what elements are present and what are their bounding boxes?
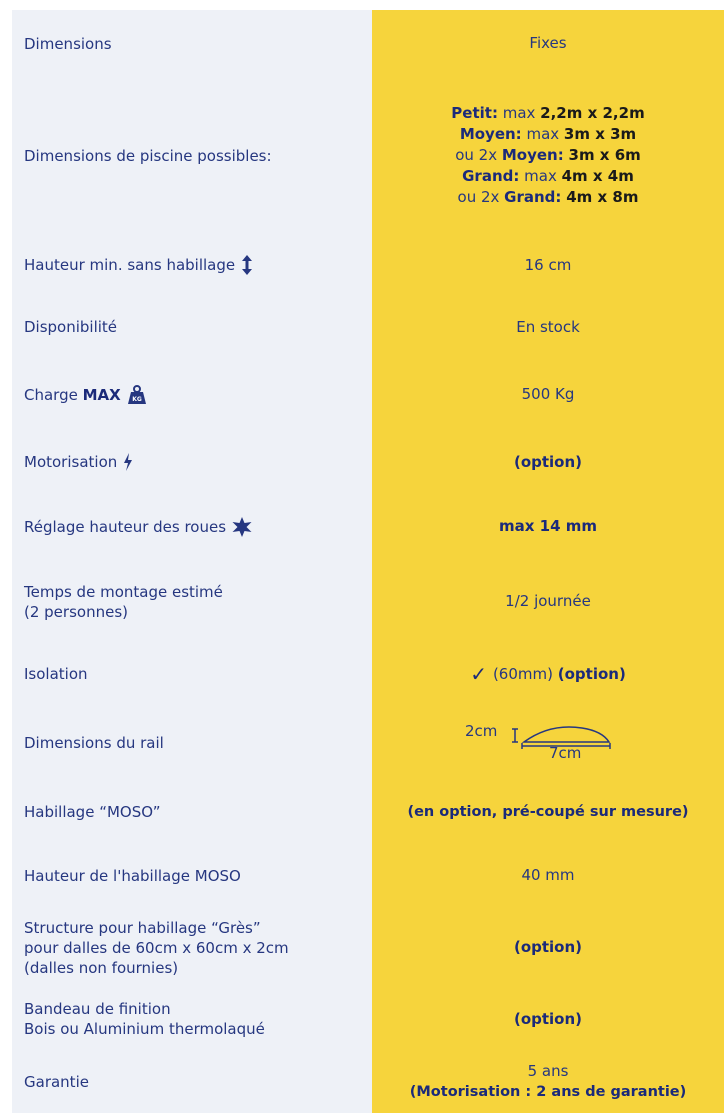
pool-line-prefix: ou 2x bbox=[457, 188, 505, 206]
pool-size-list: Petit: max 2,2m x 2,2m Moyen: max 3m x 3m… bbox=[451, 103, 644, 208]
value-insulation-option: (option) bbox=[557, 664, 626, 683]
value-mount-time: 1/2 journée bbox=[372, 560, 724, 643]
label-finish-line1: Bandeau de finition bbox=[24, 1000, 171, 1018]
value-finish: (option) bbox=[372, 988, 724, 1050]
label-moso: Habillage “MOSO” bbox=[12, 780, 372, 844]
pool-size-value: 4m x 8m bbox=[566, 188, 639, 206]
rail-diagram: 2cm 7cm bbox=[438, 722, 658, 763]
label-load: Charge MAX KG bbox=[12, 358, 372, 431]
label-load-text: Charge bbox=[24, 385, 78, 404]
spec-table: Dimensions Fixes Dimensions de piscine p… bbox=[12, 10, 724, 1113]
pool-line-prefix: ou 2x bbox=[455, 146, 502, 164]
value-load: 500 Kg bbox=[372, 358, 724, 431]
value-warranty-line2: (Motorisation : 2 ans de garantie) bbox=[409, 1083, 687, 1100]
check-icon: ✓ bbox=[470, 661, 487, 686]
rail-profile-icon bbox=[512, 725, 611, 749]
value-moso-height: 40 mm bbox=[372, 844, 724, 907]
label-height-text: Hauteur min. sans habillage bbox=[24, 256, 236, 274]
rail-width-label: 7cm bbox=[549, 743, 582, 762]
pool-size-name: Moyen: bbox=[501, 146, 564, 164]
label-wheels-text: Réglage hauteur des roues bbox=[24, 517, 227, 536]
label-motor: Motorisation bbox=[12, 431, 372, 493]
pool-line-mid: max bbox=[521, 125, 564, 143]
pool-size-name: Moyen: bbox=[459, 125, 522, 143]
value-wheels: max 14 mm bbox=[372, 493, 724, 560]
label-availability: Disponibilité bbox=[12, 296, 372, 358]
label-mount-line2: (2 personnes) bbox=[24, 602, 128, 621]
pool-line-mid: max bbox=[497, 104, 541, 122]
value-warranty: 5 ans (Motorisation : 2 ans de garantie) bbox=[372, 1050, 724, 1113]
label-gres-line3: (dalles non fournies) bbox=[24, 958, 179, 977]
value-availability: En stock bbox=[372, 296, 724, 358]
pool-size-line: Moyen: max 3m x 3m bbox=[451, 124, 644, 145]
label-gres-line1: Structure pour habillage “Grès” bbox=[24, 918, 261, 937]
vertical-arrows-icon bbox=[242, 255, 253, 275]
pool-size-value: 3m x 3m bbox=[563, 125, 637, 143]
row-mount-time: Temps de montage estimé (2 personnes) 1/… bbox=[12, 560, 724, 644]
pool-line-mid: max bbox=[519, 167, 562, 185]
row-finish: Bandeau de finition Bois ou Aluminium th… bbox=[12, 988, 724, 1051]
row-rail: Dimensions du rail 2cm 7cm bbox=[12, 705, 724, 781]
value-pool-dimensions: Petit: max 2,2m x 2,2m Moyen: max 3m x 3m… bbox=[372, 77, 724, 234]
value-gres: (option) bbox=[372, 907, 724, 988]
gear-icon bbox=[232, 516, 252, 537]
value-insulation-text: (60mm) bbox=[492, 664, 553, 683]
value-height: 16 cm bbox=[372, 234, 724, 296]
row-height: Hauteur min. sans habillage 16 cm bbox=[12, 234, 724, 297]
row-moso-height: Hauteur de l'habillage MOSO 40 mm bbox=[12, 844, 724, 908]
row-insulation: Isolation ✓ (60mm) (option) bbox=[12, 643, 724, 706]
pool-size-line: ou 2x Moyen: 3m x 6m bbox=[451, 145, 644, 166]
label-dimensions: Dimensions bbox=[12, 10, 372, 77]
label-wheels: Réglage hauteur des roues bbox=[12, 493, 372, 560]
label-gres: Structure pour habillage “Grès” pour dal… bbox=[12, 907, 372, 988]
row-load: Charge MAX KG 500 Kg bbox=[12, 358, 724, 432]
value-dimensions: Fixes bbox=[372, 10, 724, 77]
label-moso-height: Hauteur de l'habillage MOSO bbox=[12, 844, 372, 907]
value-insulation: ✓ (60mm) (option) bbox=[372, 643, 724, 705]
value-motor: (option) bbox=[372, 431, 724, 493]
pool-size-value: 3m x 6m bbox=[568, 146, 641, 164]
row-dimensions: Dimensions Fixes bbox=[12, 10, 724, 78]
label-mount-line1: Temps de montage estimé bbox=[24, 582, 223, 601]
pool-size-line: Grand: max 4m x 4m bbox=[451, 166, 644, 187]
row-moso: Habillage “MOSO” (en option, pré-coupé s… bbox=[12, 780, 724, 845]
pool-size-name: Petit: bbox=[451, 104, 498, 122]
pool-size-value: 2,2m x 2,2m bbox=[540, 104, 645, 122]
label-insulation: Isolation bbox=[12, 643, 372, 705]
weight-icon-label: KG bbox=[132, 396, 142, 403]
pool-size-name: Grand: bbox=[504, 188, 562, 206]
weight-kg-icon: KG bbox=[127, 384, 146, 404]
pool-size-name: Grand: bbox=[462, 167, 520, 185]
label-finish-line2: Bois ou Aluminium thermolaqué bbox=[24, 1020, 265, 1038]
lightning-icon bbox=[124, 453, 133, 471]
label-warranty: Garantie bbox=[12, 1050, 372, 1113]
row-wheels: Réglage hauteur des roues max 14 mm bbox=[12, 493, 724, 561]
label-mount-time: Temps de montage estimé (2 personnes) bbox=[12, 560, 372, 643]
row-warranty: Garantie 5 ans (Motorisation : 2 ans de … bbox=[12, 1050, 724, 1113]
row-motor: Motorisation (option) bbox=[12, 431, 724, 494]
label-height: Hauteur min. sans habillage bbox=[12, 234, 372, 296]
label-gres-line2: pour dalles de 60cm x 60cm x 2cm bbox=[24, 938, 289, 957]
pool-size-line: Petit: max 2,2m x 2,2m bbox=[451, 103, 644, 124]
label-rail: Dimensions du rail bbox=[12, 705, 372, 780]
value-warranty-line1: 5 ans bbox=[527, 1061, 569, 1080]
pool-size-value: 4m x 4m bbox=[561, 167, 634, 185]
value-moso: (en option, pré-coupé sur mesure) bbox=[372, 780, 724, 844]
label-finish: Bandeau de finition Bois ou Aluminium th… bbox=[12, 988, 372, 1050]
row-availability: Disponibilité En stock bbox=[12, 296, 724, 359]
value-rail: 2cm 7cm bbox=[372, 705, 724, 780]
pool-size-line: ou 2x Grand: 4m x 8m bbox=[451, 187, 644, 208]
label-load-max: MAX bbox=[82, 385, 121, 404]
row-gres: Structure pour habillage “Grès” pour dal… bbox=[12, 907, 724, 989]
label-pool-dimensions: Dimensions de piscine possibles: bbox=[12, 77, 372, 234]
row-pool-dimensions: Dimensions de piscine possibles: Petit: … bbox=[12, 77, 724, 235]
label-motor-text: Motorisation bbox=[24, 453, 118, 471]
